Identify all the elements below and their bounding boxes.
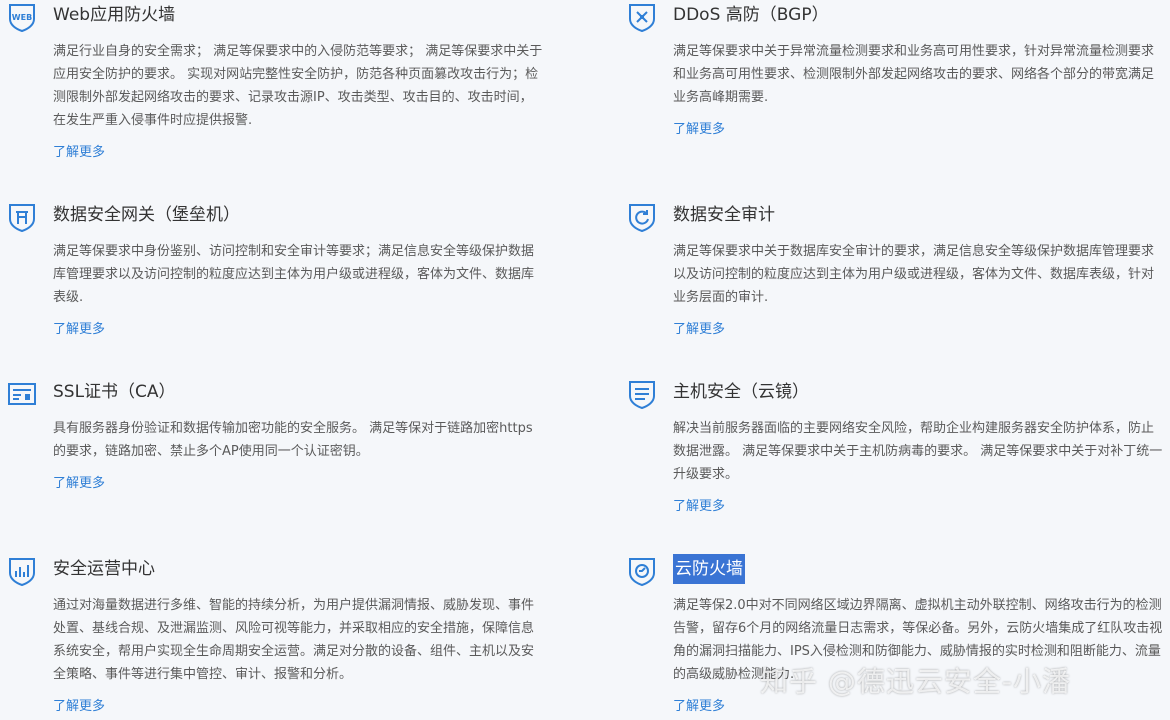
web-shield-icon: WEB — [9, 4, 35, 32]
card-title: SSL证书（CA） — [53, 382, 176, 402]
learn-more-link[interactable]: 了解更多 — [673, 495, 725, 514]
card-description: 满足等保要求中身份鉴别、访问控制和安全审计等要求；满足信息安全等级保护数据库管理… — [53, 244, 535, 305]
learn-more-link[interactable]: 了解更多 — [53, 318, 105, 337]
learn-more-link[interactable]: 了解更多 — [673, 695, 725, 714]
card-description: 满足等保要求中关于数据库安全审计的要求，满足信息安全等级保护数据库管理要求以及访… — [673, 244, 1155, 305]
audit-shield-icon — [629, 204, 655, 232]
bastion-shield-icon — [9, 204, 35, 232]
card-title: 主机安全（云镜） — [673, 382, 809, 402]
svg-text:WEB: WEB — [12, 13, 32, 22]
learn-more-link[interactable]: 了解更多 — [53, 472, 105, 491]
card-description: 解决当前服务器面临的主要网络安全风险，帮助企业构建服务器安全防护体系，防止数据泄… — [673, 421, 1163, 482]
card-description: 通过对海量数据进行多维、智能的持续分析，为用户提供漏洞情报、威胁发现、事件处置、… — [53, 598, 535, 682]
ddos-shield-icon — [629, 4, 655, 32]
learn-more-link[interactable]: 了解更多 — [673, 318, 725, 337]
card-description: 满足等保2.0中对不同网络区域边界隔离、虚拟机主动外联控制、网络攻击行为的检测告… — [673, 598, 1163, 682]
card-title: DDoS 高防（BGP） — [673, 5, 829, 25]
card-title-selected: 云防火墙 — [673, 554, 745, 584]
cloud-firewall-icon — [629, 558, 655, 586]
ssl-certificate-icon — [8, 383, 36, 405]
card-title: 数据安全审计 — [673, 205, 775, 225]
card-description: 满足等保要求中关于异常流量检测要求和业务高可用性要求，针对异常流量检测要求和业务… — [673, 44, 1155, 105]
learn-more-link[interactable]: 了解更多 — [53, 141, 105, 160]
card-title: 数据安全网关（堡垒机） — [53, 205, 240, 225]
learn-more-link[interactable]: 了解更多 — [673, 118, 725, 137]
card-title: 安全运营中心 — [53, 559, 155, 579]
card-title: Web应用防火墙 — [53, 5, 176, 25]
host-security-icon — [629, 381, 655, 409]
learn-more-link[interactable]: 了解更多 — [53, 695, 105, 714]
card-description: 满足行业自身的安全需求； 满足等保要求中的入侵防范等要求； 满足等保要求中关于应… — [53, 44, 543, 128]
soc-chart-icon — [9, 558, 35, 586]
card-description: 具有服务器身份验证和数据传输加密功能的安全服务。 满足等保对于链路加密https… — [53, 421, 533, 459]
